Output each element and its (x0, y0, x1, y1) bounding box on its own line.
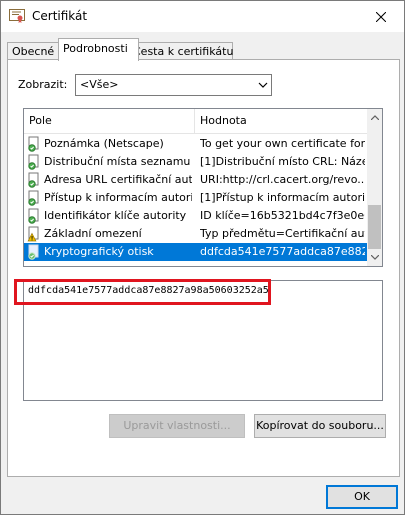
tab-certification-path[interactable]: Cesta k certifikátu (128, 42, 233, 60)
certificate-dialog: Certifikát Obecné Podrobnosti Cesta k ce… (0, 0, 405, 515)
chevron-up-icon (370, 115, 379, 120)
field-value: ddfcda541e7577addca87e882... (200, 245, 365, 258)
list-item-selected[interactable]: Kryptografický otisk ddfcda541e7577addca… (24, 243, 367, 261)
column-divider[interactable] (194, 109, 195, 133)
warning-icon (27, 226, 39, 242)
show-dropdown[interactable]: <Vše> (75, 74, 272, 96)
show-dropdown-value: <Vše> (80, 78, 119, 91)
field-name: Distribuční místa seznamu o... (44, 155, 192, 168)
field-name: Kryptografický otisk (44, 245, 154, 258)
title-bar: Certifikát (1, 1, 404, 32)
certificate-icon (9, 9, 25, 23)
window-title: Certifikát (32, 9, 88, 23)
scroll-down-arrow[interactable] (367, 249, 382, 266)
field-value: To get your own certificate for... (200, 137, 365, 150)
field-value: Typ předmětu=Certifikační aut... (200, 227, 365, 240)
scroll-up-arrow[interactable] (367, 109, 382, 126)
list-item[interactable]: Identifikátor klíče autority ID klíče=16… (24, 207, 367, 225)
list-header: Pole Hodnota (24, 109, 367, 134)
field-value: [1]Distribuční místo CRL: Náze... (200, 155, 365, 168)
ok-button[interactable]: OK (326, 485, 398, 509)
column-header-value[interactable]: Hodnota (200, 114, 247, 127)
field-name: Přístup k informacím autority (44, 191, 192, 204)
cert-field-icon (28, 208, 39, 224)
field-name: Adresa URL certifikační autor... (44, 173, 192, 186)
field-name: Identifikátor klíče autority (44, 209, 187, 222)
list-scrollbar[interactable] (367, 109, 382, 266)
close-button[interactable] (358, 1, 404, 32)
field-name: Základní omezení (44, 227, 142, 240)
red-highlight-box (14, 279, 271, 305)
chevron-down-icon (258, 82, 268, 88)
list-item[interactable]: Distribuční místa seznamu o... [1]Distri… (24, 153, 367, 171)
field-value: [1]Přístup k informacím autorit... (200, 191, 365, 204)
list-item[interactable]: Poznámka (Netscape) To get your own cert… (24, 135, 367, 153)
edit-properties-button[interactable]: Upravit vlastnosti... (109, 414, 245, 438)
field-value: ID klíče=16b5321bd4c7f3e0e6... (200, 209, 365, 222)
chevron-down-icon (370, 255, 379, 260)
cert-field-icon (28, 244, 39, 260)
cert-field-icon (28, 190, 39, 206)
scroll-thumb[interactable] (368, 205, 381, 249)
show-label: Zobrazit: (18, 78, 68, 91)
list-item[interactable]: Adresa URL certifikační autor... URI:htt… (24, 171, 367, 189)
cert-field-icon (28, 172, 39, 188)
close-icon (376, 11, 386, 22)
field-list[interactable]: Pole Hodnota Poznámka (Netscape) To get … (23, 108, 383, 267)
field-value: URI:http://crl.cacert.org/revo... (200, 173, 365, 186)
copy-to-file-button[interactable]: Kopírovat do souboru... (254, 414, 386, 438)
cert-field-icon (28, 136, 39, 152)
column-header-field[interactable]: Pole (29, 114, 52, 127)
list-item[interactable]: Přístup k informacím autority [1]Přístup… (24, 189, 367, 207)
tab-general[interactable]: Obecné (7, 42, 61, 60)
field-name: Poznámka (Netscape) (44, 137, 164, 150)
cert-field-icon (28, 154, 39, 170)
tab-details[interactable]: Podrobnosti (58, 38, 139, 61)
list-item[interactable]: Základní omezení Typ předmětu=Certifikač… (24, 225, 367, 243)
